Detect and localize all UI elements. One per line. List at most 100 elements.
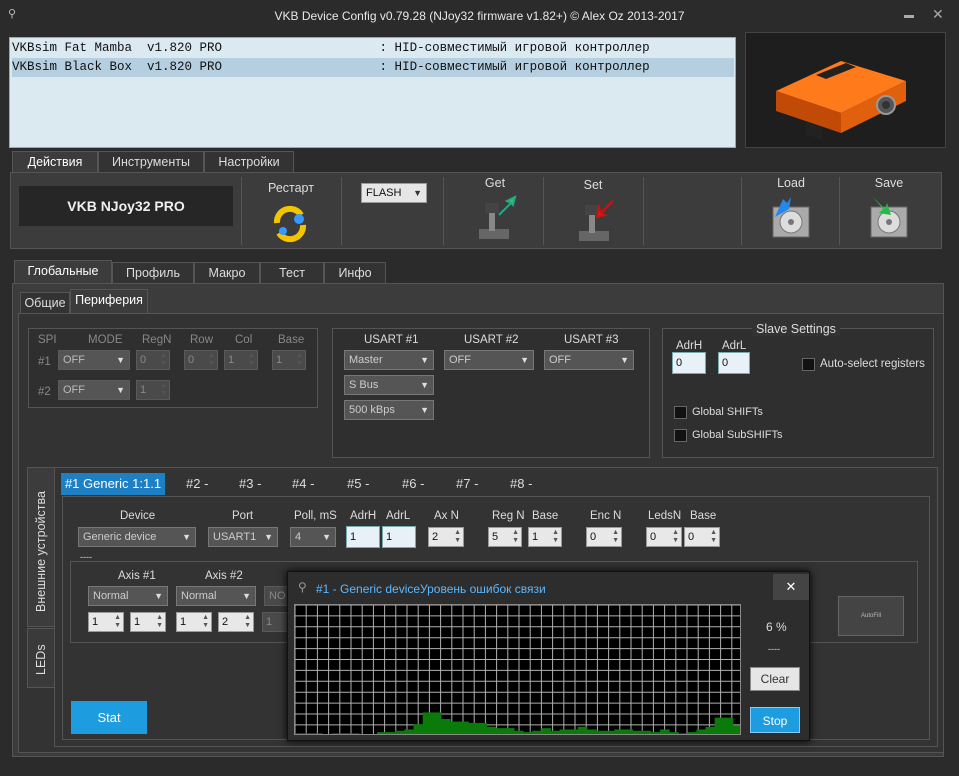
device-list[interactable]: VKBsim Fat Mamba v1.820 PRO : HID-совмес… <box>9 37 736 148</box>
spi1-base[interactable]: 1 ▲ ▼ <box>272 350 306 370</box>
tab-actions[interactable]: Действия <box>12 151 98 173</box>
error-level-bar <box>331 733 342 734</box>
encn-spinner[interactable]: 0 ▲ ▼ <box>586 527 622 547</box>
spi1-regn[interactable]: 0 ▲ ▼ <box>136 350 170 370</box>
tab-global[interactable]: Глобальные <box>14 260 112 284</box>
get-joystick-icon[interactable] <box>475 195 517 241</box>
ext-tab-5[interactable]: #5 - <box>347 476 369 491</box>
device-type-select[interactable]: Generic device ▼ <box>78 527 196 547</box>
chevron-down-icon: ▼ <box>154 591 163 601</box>
axis3-value1[interactable]: 1 <box>262 612 288 632</box>
dialog-close-button[interactable]: ✕ <box>773 574 809 600</box>
ext-tab-6[interactable]: #6 - <box>402 476 424 491</box>
ext-tab-4[interactable]: #4 - <box>292 476 314 491</box>
global-subshifts-checkbox[interactable] <box>674 429 687 442</box>
spinner-arrows-icon: ▲ ▼ <box>208 352 215 367</box>
port-select[interactable]: USART1 ▼ <box>208 527 278 547</box>
tab-macro[interactable]: Макро <box>194 262 260 284</box>
axis2-mode-value: Normal <box>181 590 217 602</box>
clear-button[interactable]: Clear <box>750 667 800 691</box>
error-level-bar <box>623 729 634 734</box>
adrl-input[interactable]: 1 <box>382 526 416 548</box>
ext-tab-3[interactable]: #3 - <box>239 476 261 491</box>
tab-tools[interactable]: Инструменты <box>98 151 204 173</box>
tab-test[interactable]: Тест <box>260 262 324 284</box>
error-level-bar <box>596 730 606 734</box>
spi1-col[interactable]: 1 ▲ ▼ <box>224 350 258 370</box>
error-level-bar <box>468 722 478 734</box>
save-disk-icon[interactable] <box>867 195 911 241</box>
spinner-arrows-icon: ▲ ▼ <box>160 352 167 367</box>
autofill-button[interactable]: AutoFill <box>838 596 904 636</box>
spi1-mode-select[interactable]: OFF ▼ <box>58 350 130 370</box>
spi-row-1: #1 <box>38 356 51 368</box>
slave-adrh-input[interactable]: 0 <box>672 352 706 374</box>
ext-tab-8[interactable]: #8 - <box>510 476 532 491</box>
axis3-mode-select[interactable]: NO <box>264 586 288 606</box>
axn-spinner[interactable]: 2 ▲ ▼ <box>428 527 464 547</box>
slave-adrl-label: AdrL <box>722 340 747 352</box>
spinner-arrows-icon: ▲ ▼ <box>672 529 679 544</box>
tab-leds[interactable]: LEDs <box>27 628 55 688</box>
axis1-mode-select[interactable]: Normal ▼ <box>88 586 168 606</box>
poll-select[interactable]: 4 ▼ <box>290 527 336 547</box>
restart-icon[interactable] <box>271 205 309 243</box>
error-level-bar <box>340 733 351 734</box>
spi-regn-header: RegN <box>142 334 172 346</box>
usart3-mode-value: OFF <box>549 354 571 366</box>
device-row-fat-mamba[interactable]: VKBsim Fat Mamba v1.820 PRO : HID-совмес… <box>12 39 734 58</box>
device-row-black-box[interactable]: VKBsim Black Box v1.820 PRO : HID-совмес… <box>12 58 734 77</box>
set-joystick-icon[interactable] <box>575 197 617 243</box>
spi2-mode-select[interactable]: OFF ▼ <box>58 380 130 400</box>
axis2-value2[interactable]: 2 ▲ ▼ <box>218 612 254 632</box>
error-level-bar <box>395 730 405 734</box>
spi2-regn[interactable]: 1 ▲ ▼ <box>136 380 170 400</box>
ext-tab-2[interactable]: #2 - <box>186 476 208 491</box>
usart3-mode-select[interactable]: OFF ▼ <box>544 350 634 370</box>
adrh-input[interactable]: 1 <box>346 526 380 548</box>
set-label: Set <box>583 178 603 192</box>
error-level-bar <box>295 733 305 734</box>
ext-tab-7[interactable]: #7 - <box>456 476 478 491</box>
global-shifts-checkbox[interactable] <box>674 406 687 419</box>
axis2-mode-select[interactable]: Normal ▼ <box>176 586 256 606</box>
base-spinner[interactable]: 1 ▲ ▼ <box>528 527 562 547</box>
tab-info[interactable]: Инфо <box>324 262 386 284</box>
axis1-value1[interactable]: 1 ▲ ▼ <box>88 612 124 632</box>
usart1-speed-select[interactable]: 500 kBps ▼ <box>344 400 434 420</box>
ext-tab-1[interactable]: #1 Generic 1:1.1 <box>61 473 165 495</box>
separator <box>741 177 742 245</box>
base2-header: Base <box>690 510 717 522</box>
axis1-value2[interactable]: 1 ▲ ▼ <box>130 612 166 632</box>
regn-spinner[interactable]: 5 ▲ ▼ <box>488 527 522 547</box>
ledsn-spinner[interactable]: 0 ▲ ▼ <box>646 527 682 547</box>
tab-peripherals[interactable]: Периферия <box>70 289 148 314</box>
auto-select-checkbox[interactable] <box>802 358 815 371</box>
spi1-row[interactable]: 0 ▲ ▼ <box>184 350 218 370</box>
close-icon[interactable]: ✕ <box>932 6 944 23</box>
usart1-mode-select[interactable]: Master ▼ <box>344 350 434 370</box>
tab-external-devices[interactable]: Внешние устройства <box>27 467 55 627</box>
usart1-protocol-value: S Bus <box>349 379 379 391</box>
slave-adrl-input[interactable]: 0 <box>718 352 750 374</box>
stat-button[interactable]: Stat <box>71 701 147 734</box>
tab-profile[interactable]: Профиль <box>112 262 194 284</box>
axis2-value1[interactable]: 1 ▲ ▼ <box>176 612 212 632</box>
load-disk-icon[interactable] <box>769 195 813 241</box>
error-level-bar <box>377 732 387 734</box>
flash-select[interactable]: FLASH ▼ <box>361 183 427 203</box>
usart1-protocol-select[interactable]: S Bus ▼ <box>344 375 434 395</box>
error-level-bar <box>586 729 597 734</box>
axn-value: 2 <box>432 531 439 543</box>
axis2-value1-text: 1 <box>180 616 187 628</box>
usart2-mode-select[interactable]: OFF ▼ <box>444 350 534 370</box>
minimize-icon[interactable]: ▬ <box>904 10 914 21</box>
brand-label: VKB NJoy32 PRO <box>19 186 233 226</box>
stop-button[interactable]: Stop <box>750 707 800 733</box>
chevron-down-icon: ▼ <box>242 591 251 601</box>
auto-select-label: Auto-select registers <box>820 358 925 370</box>
base2-spinner[interactable]: 0 ▲ ▼ <box>684 527 720 547</box>
tab-settings[interactable]: Настройки <box>204 151 294 173</box>
tab-general[interactable]: Общие <box>20 292 70 314</box>
spi-row-header: Row <box>190 334 214 346</box>
